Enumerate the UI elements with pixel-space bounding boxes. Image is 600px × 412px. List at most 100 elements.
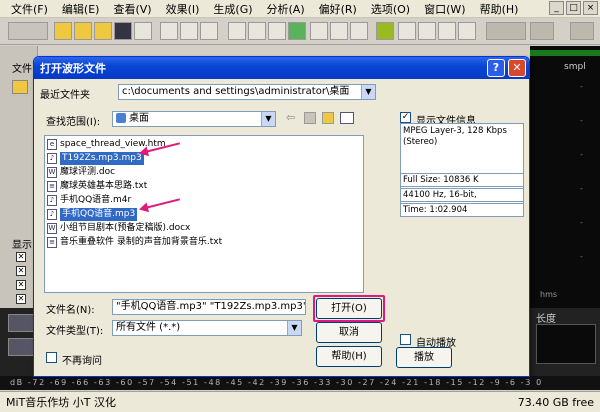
- menu-item[interactable]: 生成(G): [206, 1, 259, 17]
- file-item[interactable]: ≡ 魔球英雄基本思路.txt: [47, 180, 147, 193]
- play-button[interactable]: 播放: [396, 347, 452, 368]
- disk-free: 73.40 GB free: [517, 395, 594, 409]
- status-bar: MiT音乐作坊 小T 汉化 73.40 GB free: [0, 391, 600, 412]
- hms-label: hms: [540, 290, 558, 299]
- lookin-select[interactable]: 桌面 ▼: [112, 111, 276, 127]
- menu-item[interactable]: 文件(F): [4, 1, 55, 17]
- desktop-icon: [116, 113, 126, 123]
- sample-rate-value: 44100 Hz, 16-bit,: [400, 188, 524, 202]
- file-item[interactable]: ≡ 音乐重叠软件 录制的声音加背景音乐.txt: [47, 236, 222, 249]
- copy-icon[interactable]: [228, 22, 246, 40]
- menu-item[interactable]: 分析(A): [260, 1, 312, 17]
- menu-item[interactable]: 帮助(H): [473, 1, 526, 17]
- save-icon[interactable]: [114, 22, 132, 40]
- color-icon[interactable]: [376, 22, 394, 40]
- play-icon[interactable]: [8, 338, 36, 356]
- chevron-down-icon[interactable]: ▼: [287, 321, 301, 335]
- text-file-icon: ≡: [47, 181, 57, 192]
- file-item[interactable]: W 魔球评测.doc: [47, 166, 115, 179]
- repeat-icon[interactable]: [200, 22, 218, 40]
- file-item[interactable]: W 小组节目剧本(预备定稿版).docx: [47, 222, 190, 235]
- menu-item[interactable]: 偏好(R): [312, 1, 364, 17]
- check-icon[interactable]: ✕: [16, 266, 26, 276]
- waveform-band: [530, 50, 600, 56]
- sample-unit-label: smpl: [564, 62, 586, 72]
- cd-icon[interactable]: [438, 22, 456, 40]
- display-label: 显示: [12, 240, 32, 251]
- zoom-icon[interactable]: [330, 22, 348, 40]
- menu-item[interactable]: 选项(O): [364, 1, 417, 17]
- help-button[interactable]: 帮助(H): [316, 346, 382, 367]
- new-file-icon[interactable]: [54, 22, 72, 40]
- new-folder-icon[interactable]: [322, 112, 334, 124]
- recent-folder-select[interactable]: c:\documents and settings\administrator\…: [118, 84, 376, 100]
- menu-item[interactable]: 效果(I): [159, 1, 207, 17]
- filetype-value: 所有文件 (*.*): [116, 322, 181, 333]
- up-folder-icon[interactable]: [304, 112, 316, 124]
- word-file-icon: W: [47, 223, 57, 234]
- menu-bar: 文件(F) 编辑(E) 查看(V) 效果(I) 生成(G) 分析(A) 偏好(R) 选项(O)…: [0, 0, 600, 18]
- back-icon[interactable]: ⇦: [286, 112, 298, 124]
- cancel-button[interactable]: 取消: [316, 322, 382, 343]
- open-file-dialog: 打开波形文件 ? ✕ 最近文件夹 c:\documents and settin…: [33, 56, 530, 377]
- settings-icon[interactable]: [458, 22, 476, 40]
- help-icon[interactable]: ?: [487, 59, 505, 77]
- filename-input[interactable]: "手机QQ语音.mp3" "T192Zs.mp3.mp3": [112, 299, 306, 315]
- dialog-title: 打开波形文件: [40, 62, 106, 75]
- files-tab[interactable]: 文件: [12, 60, 32, 75]
- mix-paste-icon[interactable]: [288, 22, 306, 40]
- cut-icon[interactable]: [248, 22, 266, 40]
- window-controls: _ □ ×: [549, 1, 598, 15]
- select-all-icon[interactable]: [350, 22, 368, 40]
- status-app-name: MiT音乐作坊 小T 汉化: [6, 396, 116, 409]
- minimize-icon[interactable]: _: [549, 1, 564, 15]
- folder-icon[interactable]: [12, 80, 28, 94]
- toolbar: [0, 19, 600, 45]
- check-icon[interactable]: ✕: [16, 280, 26, 290]
- stop-icon[interactable]: [8, 314, 36, 332]
- file-item-selected[interactable]: ♪ T192Zs.mp3.mp3: [47, 152, 144, 165]
- recent-folder-label: 最近文件夹: [40, 90, 90, 101]
- maximize-icon[interactable]: □: [566, 1, 581, 15]
- full-size-value: Full Size: 10836 K: [400, 173, 524, 187]
- open-append-icon[interactable]: [94, 22, 112, 40]
- filetype-select[interactable]: 所有文件 (*.*) ▼: [112, 320, 302, 336]
- undo-icon[interactable]: [160, 22, 178, 40]
- no-ask-label: 不再询问: [62, 356, 102, 367]
- trim-icon[interactable]: [310, 22, 328, 40]
- view-toggle-icon[interactable]: [8, 22, 48, 40]
- menu-item[interactable]: 编辑(E): [55, 1, 107, 17]
- view-menu-icon[interactable]: [340, 112, 354, 124]
- file-item[interactable]: ♪ 手机QQ语音.m4r: [47, 194, 131, 207]
- no-ask-checkbox[interactable]: [46, 352, 57, 363]
- spectral-icon[interactable]: [398, 22, 416, 40]
- word-file-icon: W: [47, 167, 57, 178]
- autoplay-checkbox[interactable]: [400, 334, 411, 345]
- wave-icon[interactable]: [570, 22, 594, 40]
- chevron-down-icon[interactable]: ▼: [361, 85, 375, 99]
- lookin-label: 查找范围(I):: [46, 117, 101, 128]
- show-info-checkbox[interactable]: ✓: [400, 112, 411, 123]
- save-as-icon[interactable]: [134, 22, 152, 40]
- open-file-icon[interactable]: [74, 22, 92, 40]
- grid-icon[interactable]: [530, 22, 554, 40]
- lookin-value: 桌面: [129, 113, 149, 124]
- text-file-icon: ≡: [47, 237, 57, 248]
- length-label: 长度: [536, 314, 556, 325]
- paste-icon[interactable]: [268, 22, 286, 40]
- level-meter-icon: [486, 22, 526, 40]
- recent-folder-value: c:\documents and settings\administrator\…: [122, 86, 350, 97]
- redo-icon[interactable]: [180, 22, 198, 40]
- menu-item[interactable]: 窗口(W): [417, 1, 472, 17]
- close-icon[interactable]: ×: [583, 1, 598, 15]
- marker-icon[interactable]: [418, 22, 436, 40]
- file-item-selected[interactable]: ♪ 手机QQ语音.mp3: [47, 208, 138, 221]
- close-icon[interactable]: ✕: [508, 59, 526, 77]
- length-display: [536, 324, 596, 364]
- menu-item[interactable]: 查看(V): [106, 1, 158, 17]
- check-icon[interactable]: ✕: [16, 294, 26, 304]
- check-icon[interactable]: ✕: [16, 252, 26, 262]
- chevron-down-icon[interactable]: ▼: [261, 112, 275, 126]
- open-button[interactable]: 打开(O): [316, 298, 382, 319]
- audio-file-icon: ♪: [47, 195, 57, 206]
